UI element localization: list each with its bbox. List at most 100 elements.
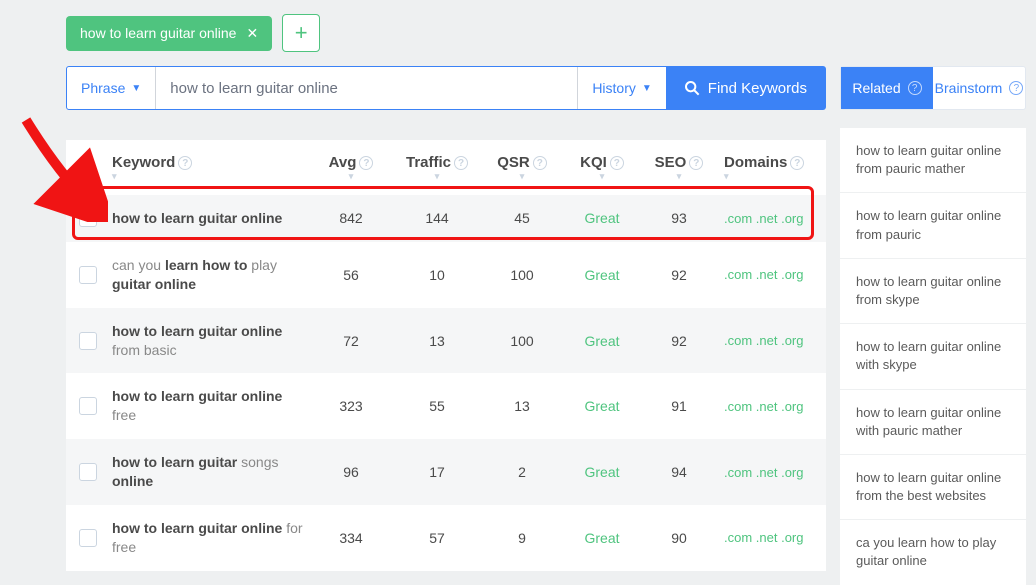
tab-brainstorm[interactable]: Brainstorm ? — [933, 67, 1025, 109]
qsr-cell: 100 — [482, 333, 562, 349]
row-checkbox[interactable] — [79, 266, 97, 284]
keyword-tag-label: how to learn guitar online — [80, 25, 236, 41]
related-item[interactable]: how to learn guitar online with skype — [840, 324, 1026, 389]
search-icon — [684, 80, 700, 96]
help-icon[interactable]: ? — [359, 156, 373, 170]
keyword-cell: how to learn guitar online free — [110, 387, 310, 425]
related-item[interactable]: how to learn guitar online from the best… — [840, 455, 1026, 520]
tab-brainstorm-label: Brainstorm — [935, 80, 1003, 96]
history-label: History — [592, 80, 636, 96]
traffic-cell: 55 — [392, 398, 482, 414]
help-icon[interactable]: ? — [610, 156, 624, 170]
seo-cell: 93 — [642, 210, 716, 226]
header-traffic[interactable]: Traffic — [406, 154, 451, 171]
table-row[interactable]: how to learn guitar online for free33457… — [66, 505, 826, 571]
add-button[interactable]: + — [282, 14, 320, 52]
find-label: Find Keywords — [708, 80, 807, 97]
sort-icon: ▾ — [642, 172, 716, 181]
table-row[interactable]: how to learn guitar online from basic721… — [66, 308, 826, 374]
kqi-cell: Great — [562, 464, 642, 480]
traffic-cell: 13 — [392, 333, 482, 349]
plus-icon: + — [295, 20, 308, 46]
related-item[interactable]: how to learn guitar online from pauric — [840, 193, 1026, 258]
related-item[interactable]: how to learn guitar online from skype — [840, 259, 1026, 324]
avg-cell: 334 — [310, 530, 392, 546]
sort-icon: ▾ — [392, 172, 482, 181]
help-icon[interactable]: ? — [689, 156, 703, 170]
table-row[interactable]: how to learn guitar online84214445Great9… — [66, 195, 826, 242]
header-domains[interactable]: Domains — [724, 154, 787, 171]
avg-cell: 72 — [310, 333, 392, 349]
keyword-cell: how to learn guitar songs online — [110, 453, 310, 491]
tab-related-label: Related — [852, 80, 900, 96]
row-checkbox[interactable] — [79, 332, 97, 350]
table-row[interactable]: how to learn guitar songs online96172Gre… — [66, 439, 826, 505]
qsr-cell: 9 — [482, 530, 562, 546]
tab-related[interactable]: Related ? — [841, 67, 933, 109]
qsr-cell: 2 — [482, 464, 562, 480]
table-row[interactable]: can you learn how to play guitar online5… — [66, 242, 826, 308]
related-item[interactable]: how to learn guitar online from pauric m… — [840, 128, 1026, 193]
seo-cell: 92 — [642, 333, 716, 349]
seo-cell: 92 — [642, 267, 716, 283]
traffic-cell: 57 — [392, 530, 482, 546]
seo-cell: 90 — [642, 530, 716, 546]
sort-icon: ▾ — [482, 172, 562, 181]
help-icon[interactable]: ? — [533, 156, 547, 170]
related-item[interactable]: ca you learn how to play guitar online — [840, 520, 1026, 584]
header-keyword[interactable]: Keyword — [112, 154, 175, 171]
row-checkbox[interactable] — [79, 397, 97, 415]
chevron-down-icon: ▼ — [642, 83, 652, 94]
row-checkbox[interactable] — [79, 529, 97, 547]
table-header: Keyword? ▾ Avg? ▾ Traffic? ▾ QSR? ▾ KQI? ▾ SE… — [66, 140, 826, 195]
row-checkbox[interactable] — [79, 463, 97, 481]
search-input[interactable] — [156, 67, 577, 109]
keyword-tag[interactable]: how to learn guitar online ✕ — [66, 16, 272, 51]
help-icon[interactable]: ? — [178, 156, 192, 170]
domains-cell: .com .net .org — [716, 530, 826, 545]
header-kqi[interactable]: KQI — [580, 154, 607, 171]
sidebar-tabs: Related ? Brainstorm ? — [840, 66, 1026, 110]
phrase-label: Phrase — [81, 80, 125, 96]
header-qsr[interactable]: QSR — [497, 154, 530, 171]
seo-cell: 94 — [642, 464, 716, 480]
domains-cell: .com .net .org — [716, 333, 826, 348]
help-icon[interactable]: ? — [790, 156, 804, 170]
domains-cell: .com .net .org — [716, 465, 826, 480]
related-item[interactable]: how to learn guitar online with pauric m… — [840, 390, 1026, 455]
row-checkbox[interactable] — [79, 209, 97, 227]
domains-cell: .com .net .org — [716, 267, 826, 282]
results-table: Keyword? ▾ Avg? ▾ Traffic? ▾ QSR? ▾ KQI? ▾ SE… — [66, 140, 826, 571]
kqi-cell: Great — [562, 398, 642, 414]
related-list: how to learn guitar online from pauric m… — [840, 128, 1026, 585]
table-row[interactable]: how to learn guitar online free3235513Gr… — [66, 373, 826, 439]
sort-icon: ▾ — [112, 172, 310, 181]
search-row: Phrase ▼ History ▼ Find Keywords — [66, 66, 826, 110]
traffic-cell: 17 — [392, 464, 482, 480]
help-icon: ? — [908, 81, 922, 95]
kqi-cell: Great — [562, 333, 642, 349]
traffic-cell: 144 — [392, 210, 482, 226]
qsr-cell: 100 — [482, 267, 562, 283]
avg-cell: 56 — [310, 267, 392, 283]
traffic-cell: 10 — [392, 267, 482, 283]
find-keywords-button[interactable]: Find Keywords — [666, 67, 825, 109]
avg-cell: 96 — [310, 464, 392, 480]
close-icon[interactable]: ✕ — [246, 25, 258, 42]
history-dropdown[interactable]: History ▼ — [577, 67, 665, 109]
chevron-down-icon: ▼ — [131, 83, 141, 94]
sort-icon: ▾ — [724, 172, 826, 181]
avg-cell: 842 — [310, 210, 392, 226]
domains-cell: .com .net .org — [716, 211, 826, 226]
header-avg[interactable]: Avg — [329, 154, 357, 171]
help-icon: ? — [1009, 81, 1023, 95]
qsr-cell: 13 — [482, 398, 562, 414]
phrase-dropdown[interactable]: Phrase ▼ — [67, 67, 156, 109]
keyword-cell: how to learn guitar online — [110, 209, 310, 228]
keyword-cell: can you learn how to play guitar online — [110, 256, 310, 294]
keyword-cell: how to learn guitar online for free — [110, 519, 310, 557]
header-seo[interactable]: SEO — [655, 154, 687, 171]
kqi-cell: Great — [562, 530, 642, 546]
qsr-cell: 45 — [482, 210, 562, 226]
help-icon[interactable]: ? — [454, 156, 468, 170]
